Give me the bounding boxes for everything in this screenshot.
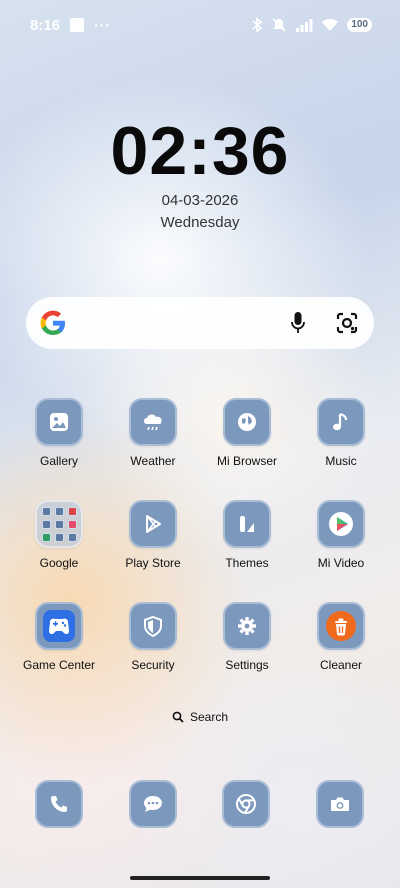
- app-label: Cleaner: [319, 658, 363, 672]
- google-search-bar[interactable]: [26, 297, 374, 349]
- microphone-icon[interactable]: [290, 311, 306, 335]
- dock-messages[interactable]: [129, 780, 177, 828]
- app-label: Music: [325, 454, 357, 468]
- google-logo-icon: [40, 310, 65, 335]
- app-label: Weather: [130, 454, 176, 468]
- app-play-store[interactable]: Play Store: [108, 500, 198, 570]
- app-label: Security: [131, 658, 175, 672]
- music-icon: [317, 398, 365, 446]
- app-label: Gallery: [39, 454, 78, 468]
- app-gallery[interactable]: Gallery: [14, 398, 104, 468]
- app-google-folder[interactable]: Google: [14, 500, 104, 570]
- home-search-button[interactable]: Search: [0, 710, 400, 724]
- app-cleaner[interactable]: Cleaner: [296, 602, 386, 672]
- wifi-icon: [322, 19, 339, 31]
- dock-chrome[interactable]: [222, 780, 270, 828]
- clock-widget-date: 04-03-2026: [161, 192, 239, 209]
- notification-square-icon: [70, 18, 85, 32]
- phone-icon: [35, 780, 83, 828]
- google-lens-icon[interactable]: [336, 312, 358, 334]
- dock-phone[interactable]: [35, 780, 83, 828]
- status-time: 8:16: [30, 16, 61, 34]
- gesture-navigation-bar[interactable]: [130, 876, 270, 880]
- browser-icon: [223, 398, 271, 446]
- chrome-icon: [222, 780, 270, 828]
- app-label: Mi Browser: [216, 454, 277, 468]
- security-icon: [129, 602, 177, 650]
- search-icon: [172, 711, 184, 723]
- signal-icon: [296, 19, 313, 32]
- app-settings[interactable]: Settings: [202, 602, 292, 672]
- themes-icon: [223, 500, 271, 548]
- google-folder-icon: [35, 500, 83, 548]
- battery-indicator: 100: [347, 18, 372, 32]
- clock-widget-weekday: Wednesday: [160, 214, 240, 231]
- app-label: Mi Video: [317, 556, 365, 570]
- app-themes[interactable]: Themes: [202, 500, 292, 570]
- app-label: Game Center: [22, 658, 96, 672]
- mi-video-icon: [317, 500, 365, 548]
- dock-camera[interactable]: [316, 780, 364, 828]
- camera-icon: [316, 780, 364, 828]
- settings-icon: [223, 602, 271, 650]
- app-mi-video[interactable]: Mi Video: [296, 500, 386, 570]
- game-center-icon: [35, 602, 83, 650]
- app-label: Themes: [225, 556, 269, 570]
- app-security[interactable]: Security: [108, 602, 198, 672]
- mute-icon: [272, 18, 286, 32]
- app-mi-browser[interactable]: Mi Browser: [202, 398, 292, 468]
- home-search-label: Search: [189, 710, 229, 724]
- app-label: Settings: [225, 658, 269, 672]
- app-music[interactable]: Music: [296, 398, 386, 468]
- app-label: Play Store: [125, 556, 181, 570]
- more-notifications-icon: ···: [94, 17, 112, 33]
- messages-icon: [129, 780, 177, 828]
- app-game-center[interactable]: Game Center: [14, 602, 104, 672]
- app-label: Google: [39, 556, 79, 570]
- status-bar: 8:16 ··· 100: [0, 0, 400, 50]
- gallery-icon: [35, 398, 83, 446]
- cleaner-icon: [317, 602, 365, 650]
- bluetooth-icon: [252, 17, 263, 33]
- app-weather[interactable]: Weather: [108, 398, 198, 468]
- play-store-icon: [129, 500, 177, 548]
- clock-widget-time[interactable]: 02:36: [0, 112, 400, 190]
- weather-icon: [129, 398, 177, 446]
